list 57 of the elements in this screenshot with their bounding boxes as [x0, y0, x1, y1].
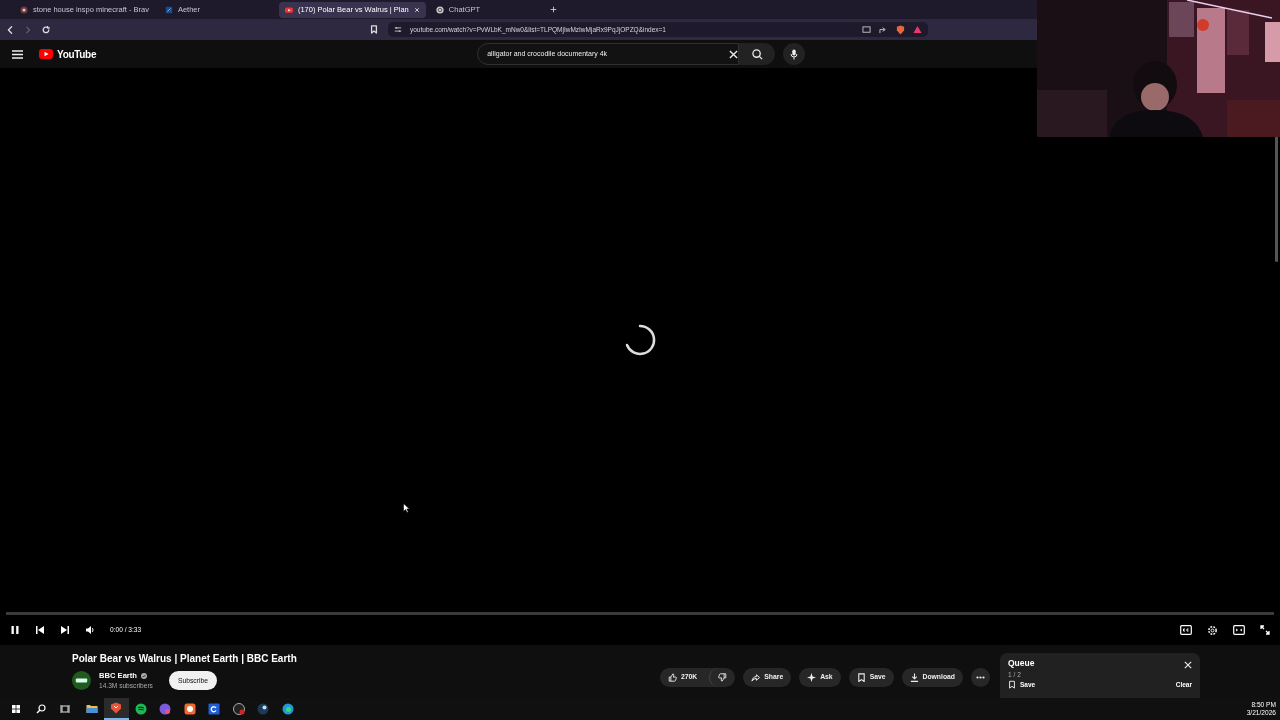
- fullscreen-icon[interactable]: [1260, 625, 1270, 635]
- shield-icon: [110, 702, 123, 714]
- captions-icon[interactable]: [1180, 625, 1192, 635]
- round-app-icon: [257, 703, 270, 715]
- search-icon: [751, 48, 763, 60]
- cursor-icon: [403, 503, 410, 513]
- menu-icon[interactable]: [12, 49, 23, 59]
- clear-icon[interactable]: [729, 49, 739, 59]
- thumbs-up-icon: [668, 673, 678, 682]
- task-view-icon[interactable]: [60, 704, 71, 714]
- play-icon: [284, 5, 293, 14]
- thumbs-down-icon: [718, 673, 728, 682]
- bookmark-icon: [1008, 680, 1016, 689]
- back-icon[interactable]: [6, 25, 14, 34]
- pause-icon[interactable]: [10, 625, 20, 635]
- search-button[interactable]: [739, 43, 776, 65]
- previous-icon[interactable]: [35, 625, 45, 635]
- site-settings-icon: [394, 26, 402, 33]
- sparkle-icon: [807, 673, 817, 682]
- close-icon[interactable]: [1184, 661, 1192, 669]
- download-icon: [909, 673, 919, 682]
- logo-text[interactable]: YouTube: [57, 46, 97, 62]
- triangle-icon[interactable]: [913, 25, 922, 34]
- theater-icon[interactable]: [1233, 625, 1245, 635]
- microphone-icon: [790, 48, 799, 60]
- share-icon[interactable]: [879, 25, 888, 34]
- rounded-app-icon: [183, 703, 196, 715]
- round-app-icon: [232, 703, 245, 715]
- more-icon: [976, 676, 985, 679]
- arrow-icon: [751, 673, 761, 682]
- square-app-icon: [208, 703, 221, 715]
- shield-icon[interactable]: [896, 24, 905, 35]
- reload-icon[interactable]: [42, 25, 50, 34]
- search-icon[interactable]: [35, 704, 46, 714]
- round-app-icon: [134, 703, 147, 715]
- next-icon[interactable]: [60, 625, 70, 635]
- loading-spinner-icon: [623, 323, 657, 357]
- more-button[interactable]: [971, 668, 990, 687]
- bookmark-icon: [856, 673, 866, 682]
- voice-search-button[interactable]: [783, 43, 806, 65]
- play-icon[interactable]: [39, 49, 53, 59]
- round-app-icon: [281, 703, 294, 715]
- avatar[interactable]: [72, 671, 91, 691]
- queue-title: Queue: [1008, 657, 1035, 670]
- plus-icon[interactable]: [549, 6, 557, 13]
- progress-track[interactable]: [6, 612, 1274, 615]
- settings-icon[interactable]: [1207, 624, 1218, 636]
- round-app-icon: [159, 703, 172, 715]
- volume-icon[interactable]: [85, 625, 95, 635]
- video-title: Polar Bear vs Walrus | Planet Earth | BBC Earth: [72, 652, 298, 666]
- bookmark-icon[interactable]: [370, 25, 378, 34]
- taskbar-button[interactable]: [104, 698, 129, 720]
- start-icon[interactable]: [11, 704, 22, 714]
- scrollbar[interactable]: [1275, 136, 1278, 262]
- cast-icon[interactable]: [862, 25, 871, 34]
- folder-icon: [85, 703, 98, 715]
- close-icon[interactable]: [413, 6, 420, 13]
